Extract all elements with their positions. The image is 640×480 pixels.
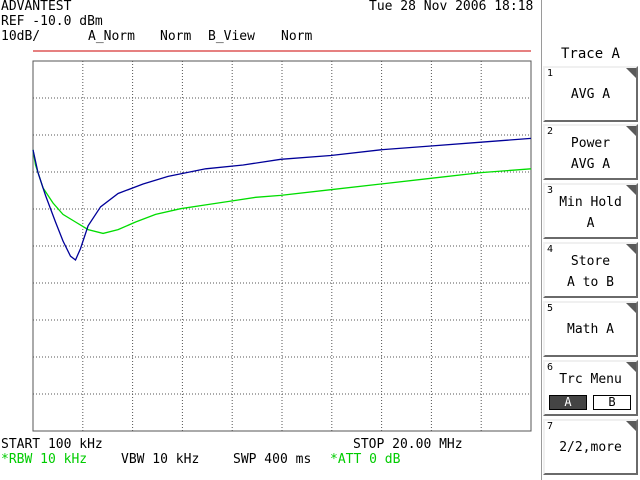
corner-mark-icon — [626, 68, 636, 78]
stop-frequency-label: STOP 20.00 MHz — [353, 437, 463, 452]
datetime-label: Tue 28 Nov 2006 18:18 — [369, 0, 534, 14]
trace-b-mode-label: B_View — [208, 29, 255, 44]
softkey-label-line2: A to B — [567, 275, 614, 290]
brand-label: ADVANTEST — [1, 0, 72, 14]
softkey-number: 7 — [547, 421, 554, 432]
attenuation-label: *ATT 0 dB — [330, 452, 401, 467]
scale-label: 10dB/ — [1, 29, 41, 44]
softkey-label: Store — [570, 254, 611, 269]
softkey-min-hold-a[interactable]: 3 Min Hold A — [543, 183, 638, 239]
menu-title: Trace A — [560, 46, 620, 62]
corner-mark-icon — [626, 303, 636, 313]
vbw-label: VBW 10 kHz — [121, 452, 200, 467]
softkey-label: Power — [570, 136, 611, 151]
softkey-trc-menu[interactable]: 6 Trc Menu A B — [543, 360, 638, 416]
softkey-store-a-to-b[interactable]: 4 Store A to B — [543, 242, 638, 298]
softkey-label-line2: A — [586, 216, 595, 231]
softkey-label: Trc Menu — [559, 372, 622, 387]
softkey-label: Math A — [567, 322, 614, 337]
softkey-label-line2: AVG A — [570, 157, 611, 172]
ref-level-label: REF -10.0 dBm — [1, 14, 103, 29]
softkey-number: 5 — [547, 303, 554, 314]
softkey-label: 2/2,more — [559, 440, 622, 455]
sweep-time-label: SWP 400 ms — [233, 452, 312, 467]
corner-mark-icon — [626, 421, 636, 431]
softkey-power-avg-a[interactable]: 2 Power AVG A — [543, 124, 638, 180]
rbw-label: *RBW 10 kHz — [1, 452, 88, 467]
softkey-more[interactable]: 7 2/2,more — [543, 419, 638, 475]
trace-b-toggle[interactable]: B — [593, 395, 631, 410]
trace-b-detector-label: Norm — [281, 29, 313, 44]
trace-a-detector-label: Norm — [160, 29, 192, 44]
softkey-math-a[interactable]: 5 Math A — [543, 301, 638, 357]
softkey-label: Min Hold — [559, 195, 622, 210]
trace-a-toggle[interactable]: A — [549, 395, 587, 410]
trace-a-mode-label: A_Norm — [88, 29, 135, 44]
softkey-number: 1 — [547, 68, 554, 79]
start-frequency-label: START 100 kHz — [1, 437, 103, 452]
softkey-label: AVG A — [570, 87, 611, 102]
spectrum-plot — [32, 50, 532, 432]
softkey-avg-a[interactable]: 1 AVG A — [543, 66, 638, 122]
